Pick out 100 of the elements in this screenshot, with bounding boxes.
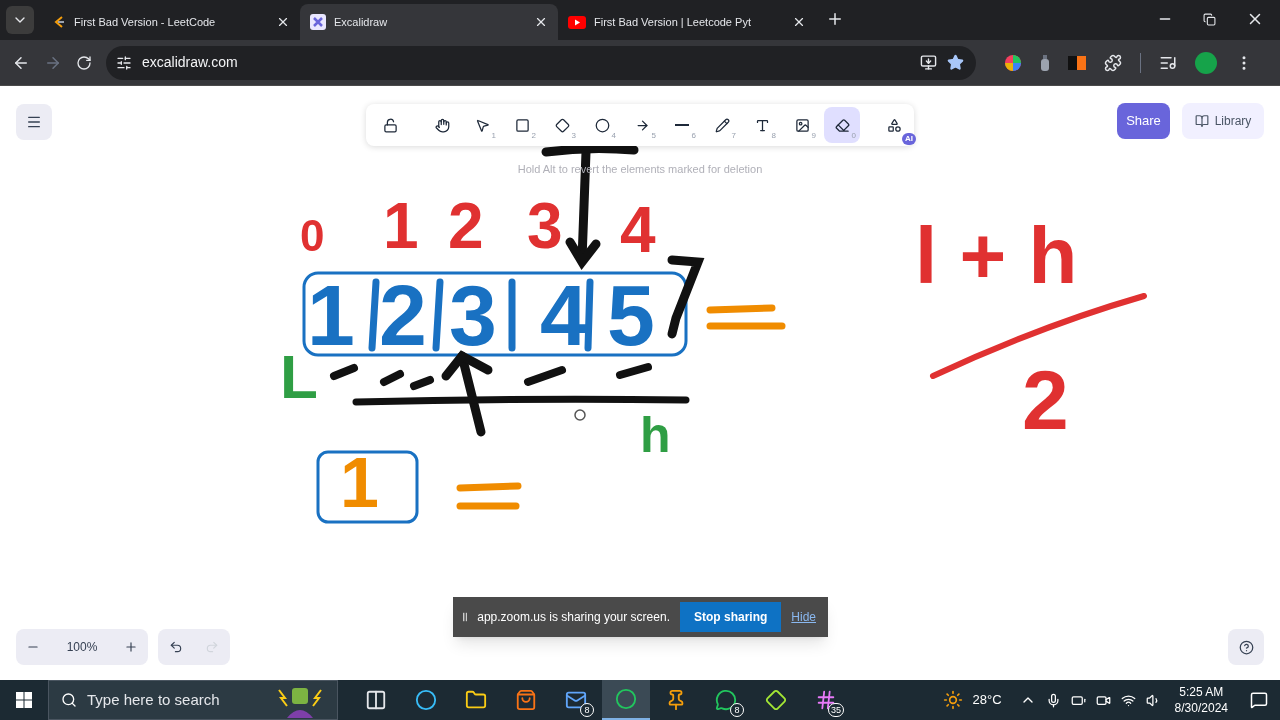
- undo-icon[interactable]: [169, 640, 183, 654]
- shortcut-number: 3: [571, 130, 576, 142]
- taskbar-app[interactable]: 8: [702, 680, 750, 720]
- image-icon: [794, 117, 810, 133]
- hand-icon: [434, 117, 450, 133]
- color-wheel-icon[interactable]: [1004, 53, 1022, 72]
- extensions-icon[interactable]: [1104, 53, 1122, 72]
- microphone-icon[interactable]: [1045, 692, 1061, 708]
- handwritten-text: 1: [340, 448, 379, 518]
- sharing-message: app.zoom.us is sharing your screen.: [477, 609, 670, 626]
- weather-icon[interactable]: [942, 690, 963, 710]
- folder-icon: [465, 689, 487, 711]
- tab-title: First Bad Version | Leetcode Pyt: [594, 14, 752, 30]
- letter-icon: [754, 117, 770, 133]
- count-badge: 8: [580, 703, 594, 717]
- chevron-logo-icon: [52, 15, 66, 29]
- taskbar-app[interactable]: 8: [552, 680, 600, 720]
- site-settings-icon[interactable]: [116, 54, 132, 71]
- tab-title: First Bad Version - LeetCode: [74, 14, 217, 30]
- shortcut-number: 7: [731, 130, 736, 142]
- install-icon[interactable]: [920, 54, 937, 71]
- profile-avatar[interactable]: [1195, 51, 1217, 74]
- stop-sharing-button[interactable]: Stop sharing: [679, 602, 782, 632]
- bookmark-star-icon[interactable]: [947, 54, 964, 71]
- url-text: excalidraw.com: [142, 53, 239, 72]
- address-field[interactable]: excalidraw.com: [106, 45, 976, 80]
- browser-tab[interactable]: First Bad Version - LeetCode: [42, 4, 300, 40]
- diamond-icon: [554, 117, 570, 133]
- library-button[interactable]: Library: [1182, 103, 1264, 139]
- search-icon: [61, 692, 77, 708]
- search-placeholder: Type here to search: [87, 689, 221, 710]
- tab-list-button[interactable]: [6, 6, 34, 34]
- task-view-icon: [365, 689, 387, 711]
- handwritten-text: 3: [449, 272, 497, 358]
- share-button[interactable]: Share: [1117, 103, 1170, 139]
- shortcut-number: 6: [691, 130, 696, 142]
- temperature[interactable]: 28°C: [972, 690, 1002, 710]
- zoom-level[interactable]: 100%: [66, 638, 98, 656]
- shortcut-number: 4: [611, 130, 616, 142]
- handwritten-text: 2: [1022, 358, 1069, 442]
- clock-date[interactable]: 8/30/2024: [1174, 700, 1228, 716]
- shapes-icon: [886, 117, 902, 133]
- shortcut-number: 9: [811, 130, 816, 142]
- chat-icon: [715, 689, 737, 711]
- diamond-icon: [765, 689, 787, 711]
- hide-link[interactable]: Hide: [791, 608, 816, 626]
- handwritten-text: 2: [448, 194, 484, 258]
- handwritten-text: h: [640, 410, 671, 460]
- wifi-icon[interactable]: [1120, 692, 1136, 708]
- taskbar-app[interactable]: 35: [802, 680, 850, 720]
- reload-icon[interactable]: [76, 54, 92, 71]
- bag-icon: [515, 689, 537, 711]
- shortcut-number: 8: [771, 130, 776, 142]
- pencil-icon: [714, 117, 730, 133]
- play-logo-icon: [568, 15, 586, 29]
- handwritten-text: 5: [607, 272, 655, 358]
- handwritten-text: 1: [383, 194, 419, 258]
- count-badge: 8: [730, 703, 744, 717]
- handwritten-text: 3: [527, 194, 563, 258]
- lock-icon: [382, 117, 398, 133]
- clock-time[interactable]: 5:25 AM: [1179, 684, 1224, 700]
- close-icon[interactable]: [276, 15, 290, 29]
- count-badge: 35: [828, 703, 844, 717]
- taskbar-search-field[interactable]: Type here to search: [48, 680, 338, 720]
- equals-sign: [456, 482, 522, 510]
- pointer-icon: [474, 117, 490, 133]
- square-icon: [514, 117, 530, 133]
- handwritten-text: 2: [379, 272, 427, 358]
- handwritten-text: 4: [540, 272, 588, 358]
- windows-logo-icon[interactable]: [16, 692, 32, 708]
- bottle-icon[interactable]: [1040, 54, 1050, 71]
- shortcut-number: 5: [651, 130, 656, 142]
- book-icon: [1194, 114, 1209, 128]
- handwritten-text: 0: [300, 214, 325, 258]
- mail-icon: [565, 689, 587, 711]
- pause-icon: [463, 611, 468, 623]
- menu-icon: [26, 114, 42, 130]
- new-tab-icon[interactable]: [826, 10, 844, 28]
- handwritten-text: l + h: [915, 216, 1078, 296]
- help-button[interactable]: [1228, 629, 1264, 665]
- browser-tab[interactable]: First Bad Version | Leetcode Pyt: [558, 4, 816, 40]
- handwritten-text: 4: [620, 198, 656, 262]
- menu-button[interactable]: [16, 104, 52, 140]
- shortcut-number: 2: [531, 130, 536, 142]
- circle-icon: [594, 117, 610, 133]
- zoom-in-icon[interactable]: [124, 640, 138, 654]
- tab-title: Excalidraw: [334, 14, 389, 30]
- shortcut-number: 1: [491, 130, 496, 142]
- extension-badge-icon[interactable]: [1068, 55, 1086, 70]
- cross-logo-icon: [310, 14, 326, 30]
- close-icon[interactable]: [534, 15, 548, 29]
- cursor-ring: [574, 409, 586, 421]
- help-icon: [1238, 639, 1254, 655]
- eraser-icon: [834, 117, 850, 133]
- arrow-icon: [634, 117, 650, 133]
- line-icon: [675, 124, 689, 126]
- browser-tab[interactable]: Excalidraw: [300, 4, 558, 40]
- close-icon[interactable]: [792, 15, 806, 29]
- restore-icon[interactable]: [1203, 12, 1216, 26]
- notifications-icon[interactable]: [1250, 691, 1268, 709]
